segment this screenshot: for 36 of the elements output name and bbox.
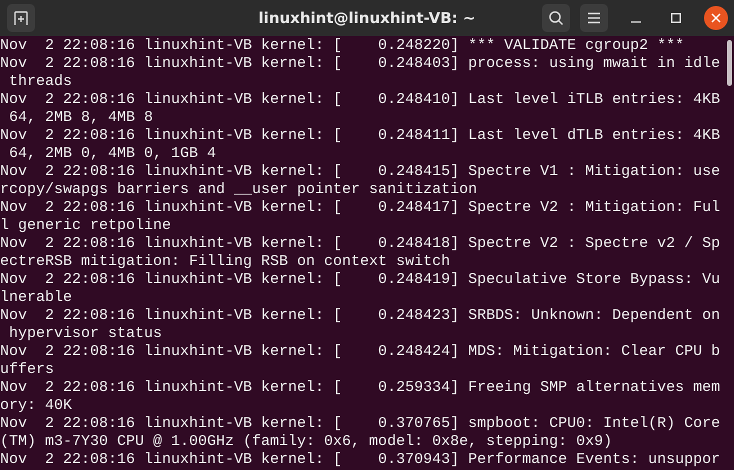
log-line: Nov 2 22:08:16 linuxhint-VB kernel: [ 0.370765] smpboot: CPU0: Intel(R) Core	[0, 415, 720, 433]
window-title: linuxhint@linuxhint-VB: ~	[258, 9, 476, 27]
minimize-icon	[631, 21, 641, 23]
log-line: Nov 2 22:08:16 linuxhint-VB kernel: [ 0.248410] Last level iTLB entries: 4KB	[0, 91, 720, 109]
log-line: Nov 2 22:08:16 linuxhint-VB kernel: [ 0.370943] Performance Events: unsuppor	[0, 451, 720, 469]
log-line: Nov 2 22:08:16 linuxhint-VB kernel: [ 0.248418] Spectre V2 : Spectre v2 / Sp	[0, 235, 720, 253]
log-line: ory: 40K	[0, 397, 72, 415]
log-line: threads	[8, 73, 72, 91]
menu-icon	[587, 12, 601, 24]
log-line: hypervisor status	[8, 325, 162, 343]
log-line: Nov 2 22:08:16 linuxhint-VB kernel: [ 0.248419] Speculative Store Bypass: Vu	[0, 271, 720, 289]
search-button[interactable]	[542, 4, 570, 32]
log-line: 64, 2MB 0, 4MB 0, 1GB 4	[8, 145, 216, 163]
log-line: 64, 2MB 8, 4MB 8	[8, 109, 154, 127]
search-icon	[548, 10, 564, 26]
log-line: (TM) m3-7Y30 CPU @ 1.00GHz (family: 0x6, model: 0x8e, stepping: 0x9)	[0, 433, 612, 451]
menu-button[interactable]	[580, 4, 608, 32]
log-line: Nov 2 22:08:16 linuxhint-VB kernel: [ 0.248403] process: using mwait in idle	[0, 55, 720, 73]
log-line: lnerable	[0, 289, 72, 307]
log-line: Nov 2 22:08:16 linuxhint-VB kernel: [ 0.248423] SRBDS: Unknown: Dependent on	[0, 307, 720, 325]
scrollbar-thumb[interactable]	[727, 40, 732, 86]
log-line: Nov 2 22:08:16 linuxhint-VB kernel: [ 0.259334] Freeing SMP alternatives mem	[0, 379, 720, 397]
maximize-icon	[671, 13, 681, 23]
log-line: l generic retpoline	[0, 217, 172, 235]
log-line: Nov 2 22:08:16 linuxhint-VB kernel: [ 0.248220] *** VALIDATE cgroup2 ***	[0, 37, 684, 55]
log-line: Nov 2 22:08:16 linuxhint-VB kernel: [ 0.248411] Last level dTLB entries: 4KB	[0, 127, 720, 145]
new-tab-button[interactable]	[7, 4, 35, 32]
new-tab-icon	[13, 10, 29, 26]
log-line: Nov 2 22:08:16 linuxhint-VB kernel: [ 0.248415] Spectre V1 : Mitigation: use	[0, 163, 720, 181]
log-line: uffers	[0, 361, 54, 379]
log-line: rcopy/swapgs barriers and __user pointer sanitization	[0, 181, 478, 199]
log-line: Nov 2 22:08:16 linuxhint-VB kernel: [ 0.248424] MDS: Mitigation: Clear CPU b	[0, 343, 720, 361]
close-button[interactable]	[704, 6, 728, 30]
close-icon	[711, 13, 721, 23]
log-line: ectreRSB mitigation: Filling RSB on context switch	[0, 253, 450, 271]
log-line: Nov 2 22:08:16 linuxhint-VB kernel: [ 0.248417] Spectre V2 : Mitigation: Ful	[0, 199, 720, 217]
